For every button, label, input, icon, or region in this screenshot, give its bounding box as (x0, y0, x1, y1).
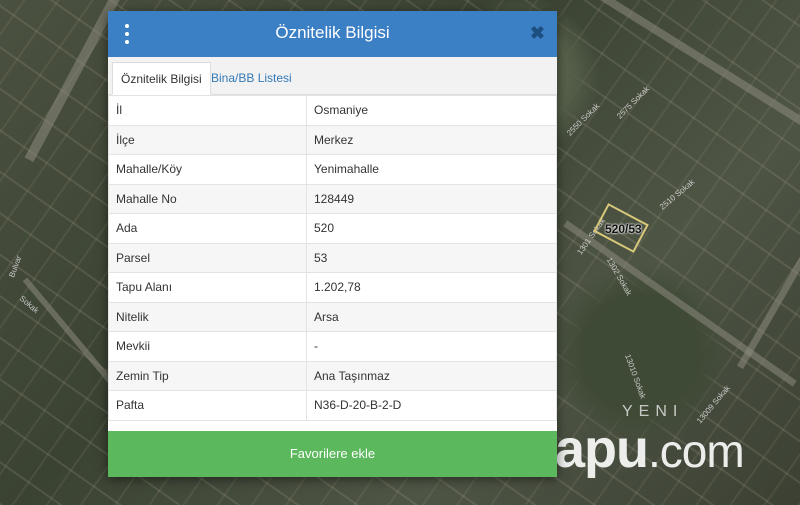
table-row: Tapu Alanı 1.202,78 (108, 272, 557, 303)
attribute-value: - (306, 331, 557, 362)
table-row: Mahalle/Köy Yenimahalle (108, 154, 557, 185)
map-road (22, 277, 118, 389)
table-row: İl Osmaniye (108, 95, 557, 126)
attribute-value: 53 (306, 242, 557, 273)
table-row: İlçe Merkez (108, 124, 557, 155)
attribute-value: Yenimahalle (306, 154, 557, 185)
street-label: 13010 Sokak (623, 353, 648, 400)
attribute-value: Merkez (306, 124, 557, 155)
street-label: 2575 Sokak (615, 84, 652, 121)
attribute-key: Nitelik (108, 301, 307, 332)
parcel-label: 520/53 (605, 222, 642, 236)
tapu-watermark-logo: tapu.com (538, 418, 745, 480)
table-row: Zemin Tip Ana Taşınmaz (108, 360, 557, 391)
table-row: Nitelik Arsa (108, 301, 557, 332)
street-label: Bulvar (7, 254, 24, 279)
close-icon[interactable]: ✖ (530, 23, 545, 44)
table-row: Mevkii - (108, 331, 557, 362)
attribute-key: Mahalle/Köy (108, 154, 307, 185)
map-road (580, 0, 800, 147)
attribute-value: 520 (306, 213, 557, 244)
attribute-key: İl (108, 95, 307, 126)
attribute-key: Tapu Alanı (108, 272, 307, 303)
table-row: Mahalle No 128449 (108, 183, 557, 214)
attribute-key: Zemin Tip (108, 360, 307, 391)
attribute-value: 128449 (306, 183, 557, 214)
table-row: Parsel 53 (108, 242, 557, 273)
attribute-value: 1.202,78 (306, 272, 557, 303)
add-to-favorites-button[interactable]: Favorilere ekle (108, 431, 557, 477)
attribute-table: İl Osmaniye İlçe Merkez Mahalle/Köy Yenimahal… (108, 95, 557, 421)
table-row: Ada 520 (108, 213, 557, 244)
attribute-key: Parsel (108, 242, 307, 273)
attribute-key: Pafta (108, 390, 307, 421)
attribute-key: Mevkii (108, 331, 307, 362)
tab-bar: Öznitelik Bilgisi Bina/BB Listesi (108, 57, 557, 95)
map-road (736, 157, 800, 370)
tab-attribute-info[interactable]: Öznitelik Bilgisi (112, 62, 211, 95)
attribute-value: Arsa (306, 301, 557, 332)
dialog-title: Öznitelik Bilgisi (275, 23, 390, 42)
table-row: Pafta N36-D-20-B-2-D (108, 390, 557, 421)
attribute-info-dialog: Öznitelik Bilgisi ✖ Öznitelik Bilgisi Bi… (108, 11, 557, 477)
attribute-key: Mahalle No (108, 183, 307, 214)
tab-building-list[interactable]: Bina/BB Listesi (203, 62, 300, 95)
dialog-header: Öznitelik Bilgisi ✖ (108, 11, 557, 57)
street-label: 2510 Sokak (658, 177, 697, 212)
attribute-value: N36-D-20-B-2-D (306, 390, 557, 421)
street-label: 2550 Sokak (565, 101, 602, 138)
map-road (563, 220, 797, 387)
attribute-value: Ana Taşınmaz (306, 360, 557, 391)
watermark-suffix: .com (648, 425, 745, 477)
attribute-key: Ada (108, 213, 307, 244)
attribute-key: İlçe (108, 124, 307, 155)
attribute-value: Osmaniye (306, 95, 557, 126)
